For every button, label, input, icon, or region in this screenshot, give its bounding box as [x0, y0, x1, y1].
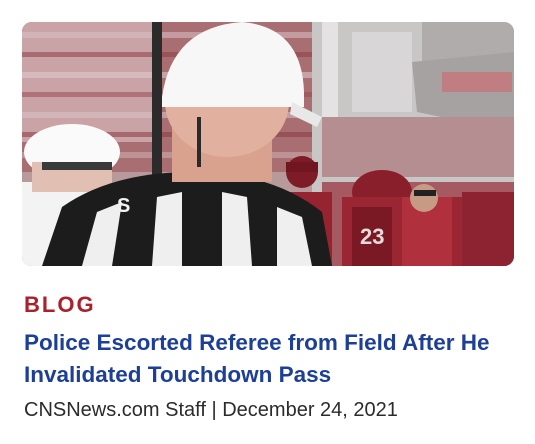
article-category[interactable]: BLOG: [24, 292, 96, 318]
thumbnail-photo: 23 S: [22, 22, 514, 266]
byline-separator: |: [211, 399, 217, 421]
article-headline: Police Escorted Referee from Field After…: [24, 327, 524, 391]
article-byline: CNSNews.com Staff | December 24, 2021: [24, 397, 398, 423]
svg-text:23: 23: [360, 224, 384, 249]
article-headline-link[interactable]: Police Escorted Referee from Field After…: [24, 330, 490, 387]
byline-date: December 24, 2021: [222, 399, 398, 421]
byline-author: CNSNews.com Staff: [24, 399, 206, 421]
svg-text:S: S: [117, 195, 130, 217]
article-thumbnail[interactable]: 23 S: [22, 22, 514, 266]
article-card[interactable]: 23 S BLOG Police Escorted Referee from F…: [0, 0, 535, 444]
